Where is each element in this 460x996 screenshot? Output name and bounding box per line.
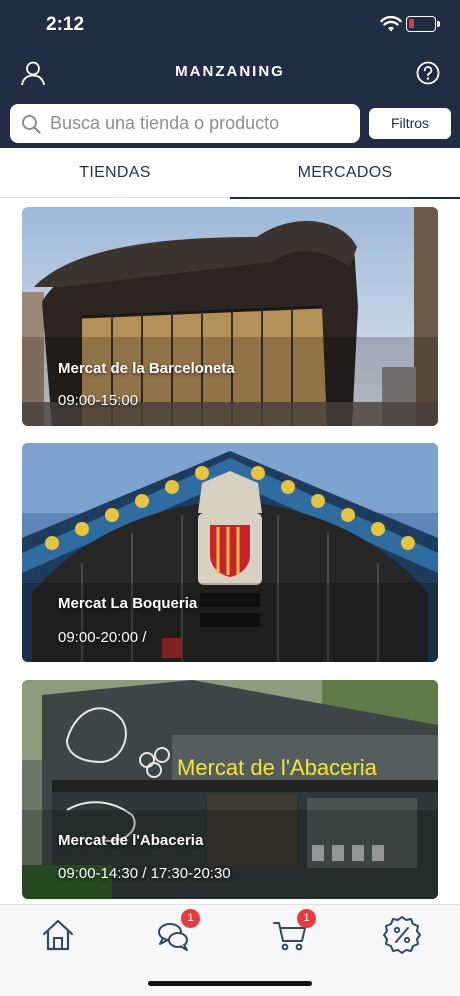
- nav-home[interactable]: [38, 915, 78, 955]
- battery-icon: [406, 16, 440, 32]
- market-hours: 09:00-20:00 /: [58, 629, 147, 646]
- help-icon[interactable]: [416, 61, 440, 85]
- tab-tiendas[interactable]: TIENDAS: [0, 148, 230, 198]
- market-card[interactable]: Mercat La Boqueria 09:00-20:00 /: [22, 443, 438, 662]
- nav-chat[interactable]: 1: [154, 909, 200, 955]
- nav-discounts[interactable]: [382, 915, 422, 955]
- app-title: MANZANING: [175, 63, 285, 80]
- market-hours: 09:00-14:30 / 17:30-20:30: [58, 865, 231, 882]
- cart-badge: 1: [297, 909, 316, 928]
- tab-mercados[interactable]: MERCADOS: [230, 148, 460, 199]
- discount-icon: [383, 916, 421, 954]
- screen: 2:12 MANZANING Filtros: [0, 0, 460, 996]
- market-name: Mercat de l'Abaceria: [58, 832, 204, 849]
- tab-label: MERCADOS: [297, 164, 393, 181]
- wifi-icon: [380, 15, 402, 32]
- store-sign: Mercat de l'Abaceria: [177, 755, 378, 780]
- chat-badge: 1: [181, 909, 200, 928]
- market-card[interactable]: Mercat de l'Abaceria Mercat de l'Abaceri…: [22, 680, 438, 899]
- market-name: Mercat de la Barceloneta: [58, 360, 235, 377]
- market-hours: 09:00-15:00: [58, 392, 139, 409]
- market-name: Mercat La Boqueria: [58, 595, 198, 612]
- top-bar: 2:12 MANZANING Filtros: [0, 0, 460, 148]
- search-box[interactable]: [10, 104, 360, 143]
- search-icon: [22, 115, 41, 134]
- nav-cart[interactable]: 1: [270, 909, 316, 955]
- market-card[interactable]: Mercat de la Barceloneta 09:00-15:00: [22, 207, 438, 426]
- status-time: 2:12: [46, 14, 85, 35]
- tab-label: TIENDAS: [79, 164, 151, 181]
- search-input[interactable]: [50, 104, 350, 143]
- home-indicator: [148, 981, 312, 986]
- market-list[interactable]: Mercat de la Barceloneta 09:00-15:00 Mer…: [0, 198, 460, 904]
- tab-bar: TIENDAS MERCADOS: [0, 148, 460, 199]
- filter-button[interactable]: Filtros: [369, 108, 451, 139]
- home-icon: [42, 919, 74, 951]
